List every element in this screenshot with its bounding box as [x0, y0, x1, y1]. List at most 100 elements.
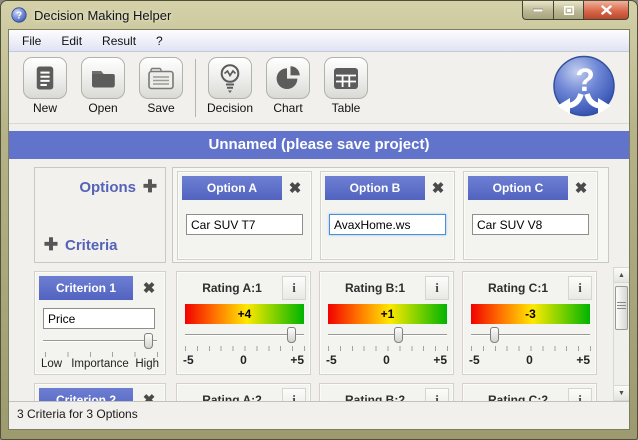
question-arrows-logo-icon: ?	[551, 54, 617, 118]
app-window: ? Decision Making Helper File Edit Resul…	[0, 0, 638, 440]
toolbar-label: Open	[88, 101, 117, 115]
add-criterion-button[interactable]: ✚	[40, 234, 62, 256]
rating-b1-card: Rating B:1 i +1 -5 0 +5	[319, 271, 454, 375]
lightbulb-icon	[217, 63, 243, 93]
rating-b1-slider[interactable]	[328, 328, 447, 344]
table-button[interactable]	[324, 57, 368, 99]
rating-scale: -5 0 +5	[326, 353, 447, 367]
info-icon: i	[435, 392, 439, 401]
rating-a1-card: Rating A:1 i +4 -5 0 +5	[176, 271, 311, 375]
save-button[interactable]	[139, 57, 183, 99]
scrollbar-thumb[interactable]	[615, 286, 628, 330]
rating-c1-card: Rating C:1 i -3 -5 0 +5	[462, 271, 597, 375]
maximize-button[interactable]	[553, 1, 584, 20]
rating-b1-value-bar: +1	[328, 304, 447, 324]
status-bar: 3 Criteria for 3 Options	[9, 401, 629, 429]
title-bar: ? Decision Making Helper	[1, 1, 637, 29]
criterion-1-card: Criterion 1 ✖ Low Importance High	[34, 271, 166, 375]
toolbar-separator	[195, 59, 196, 117]
menu-edit[interactable]: Edit	[51, 31, 92, 51]
slider-thumb[interactable]	[144, 333, 153, 349]
decision-button[interactable]	[208, 57, 252, 99]
option-card-b: Option B ✖	[320, 171, 455, 260]
option-b-name-input[interactable]	[329, 214, 446, 235]
rating-c2-info-button[interactable]: i	[568, 388, 592, 401]
importance-slider[interactable]	[43, 334, 157, 350]
option-a-name-input[interactable]	[186, 214, 303, 235]
menu-bar: File Edit Result ?	[9, 30, 629, 52]
status-text: 3 Criteria for 3 Options	[17, 407, 138, 421]
rating-a1-value-bar: +4	[185, 304, 304, 324]
criterion-1-header: Criterion 1	[39, 276, 133, 300]
rating-a1-info-button[interactable]: i	[282, 276, 306, 300]
scale-mid-label: 0	[326, 353, 447, 367]
open-folder-icon	[89, 66, 117, 90]
svg-text:?: ?	[16, 11, 22, 22]
open-button[interactable]	[81, 57, 125, 99]
slider-ticks	[471, 346, 591, 351]
menu-file[interactable]: File	[12, 31, 51, 51]
rating-c1-slider[interactable]	[471, 328, 590, 344]
ratings-scrollbar[interactable]: ▲ ▼	[613, 267, 630, 401]
scrollbar-down-button[interactable]: ▼	[614, 385, 629, 400]
maximize-icon	[564, 6, 574, 15]
toolbar-label: Chart	[273, 101, 302, 115]
option-card-a: Option A ✖	[177, 171, 312, 260]
menu-help[interactable]: ?	[146, 31, 173, 51]
rating-scale: -5 0 +5	[183, 353, 304, 367]
remove-criterion-2-button[interactable]: ✖	[137, 388, 161, 401]
menu-result[interactable]: Result	[92, 31, 146, 51]
toolbar-item-open: Open	[74, 57, 132, 115]
rating-c1-header: Rating C:1	[467, 276, 569, 300]
slider-thumb[interactable]	[287, 327, 296, 343]
remove-option-c-button[interactable]: ✖	[569, 176, 593, 200]
remove-option-b-button[interactable]: ✖	[426, 176, 450, 200]
toolbar-item-decision: Decision	[201, 57, 259, 115]
project-title-banner: Unnamed (please save project)	[9, 131, 629, 159]
rating-a2-info-button[interactable]: i	[282, 388, 306, 401]
scale-mid-label: 0	[183, 353, 304, 367]
rating-c1-info-button[interactable]: i	[568, 276, 592, 300]
rating-a2-header: Rating A:2	[181, 388, 283, 401]
option-c-header: Option C	[468, 176, 568, 200]
slider-ticks	[185, 346, 305, 351]
importance-scale: Low Importance High	[41, 358, 159, 370]
remove-criterion-1-button[interactable]: ✖	[137, 276, 161, 300]
window-controls	[522, 1, 629, 20]
criterion-2-card: Criterion 2 ✖	[34, 383, 166, 401]
info-icon: i	[292, 280, 296, 296]
rating-b2-card: Rating B:2 i	[319, 383, 454, 401]
slider-thumb[interactable]	[490, 327, 499, 343]
slider-thumb[interactable]	[394, 327, 403, 343]
toolbar-item-table: Table	[317, 57, 375, 115]
scrollbar-up-button[interactable]: ▲	[614, 268, 629, 283]
options-criteria-panel: Options ✚ ✚ Criteria	[34, 167, 166, 263]
toolbar-item-new: New	[16, 57, 74, 115]
option-b-header: Option B	[325, 176, 425, 200]
help-logo-button[interactable]: ?	[551, 54, 617, 123]
new-button[interactable]	[23, 57, 67, 99]
minimize-button[interactable]	[522, 1, 553, 20]
close-button[interactable]	[584, 1, 629, 20]
save-icon	[148, 67, 174, 90]
toolbar-item-save: Save	[132, 57, 190, 115]
options-container: Option A ✖ Option B ✖ Option C ✖	[172, 167, 609, 263]
pie-chart-icon	[275, 65, 301, 91]
rating-b1-info-button[interactable]: i	[425, 276, 449, 300]
slider-ticks	[45, 352, 158, 357]
add-option-button[interactable]: ✚	[139, 176, 161, 198]
app-icon: ?	[11, 7, 27, 23]
rating-b2-info-button[interactable]: i	[425, 388, 449, 401]
close-icon: ✖	[143, 279, 156, 297]
chart-button[interactable]	[266, 57, 310, 99]
option-c-name-input[interactable]	[472, 214, 589, 235]
plus-icon: ✚	[143, 177, 157, 197]
slider-track	[328, 334, 447, 336]
slider-track	[471, 334, 590, 336]
criteria-column: Criterion 1 ✖ Low Importance High Criter…	[34, 267, 166, 401]
options-label: Options	[79, 179, 136, 196]
plus-icon: ✚	[44, 235, 58, 255]
remove-option-a-button[interactable]: ✖	[283, 176, 307, 200]
criterion-1-name-input[interactable]	[43, 308, 155, 329]
rating-a1-slider[interactable]	[185, 328, 304, 344]
